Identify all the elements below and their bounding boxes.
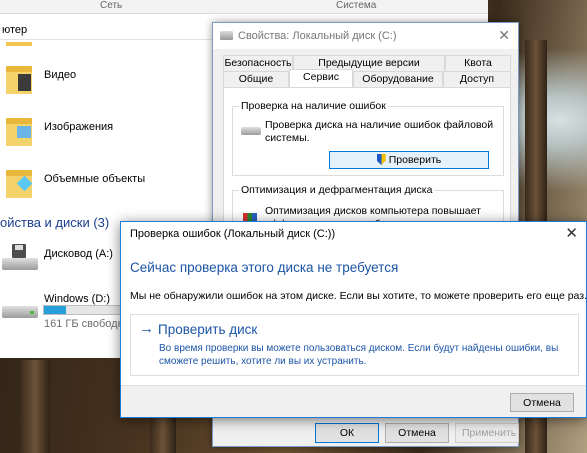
- video-folder-icon: [6, 62, 32, 94]
- properties-title: Свойства: Локальный диск (C:): [238, 30, 397, 42]
- tree-trunk-decoration: [150, 418, 176, 453]
- dialog-title: Проверка ошибок (Локальный диск (C:)): [130, 228, 336, 240]
- ribbon-bar: Сеть Система: [0, 0, 488, 14]
- tab-security[interactable]: Безопасность: [223, 55, 293, 71]
- drive-free-space: 161 ГБ свободно: [44, 318, 130, 330]
- close-icon[interactable]: ✕: [498, 27, 510, 44]
- floppy-drive-icon: [2, 244, 38, 270]
- images-folder-icon: [6, 114, 32, 146]
- ribbon-system-label[interactable]: Система: [336, 0, 376, 11]
- group-description: Проверка диска на наличие ошибок файлово…: [265, 119, 494, 144]
- address-bar[interactable]: ютер: [0, 22, 212, 40]
- folder-label: Объемные объекты: [44, 173, 146, 185]
- hard-drive-icon: [2, 292, 38, 318]
- address-text: ютер: [2, 24, 28, 36]
- hard-drive-icon: [241, 121, 261, 135]
- dialog-footer: Отмена: [121, 385, 586, 417]
- ok-button[interactable]: ОК: [315, 423, 379, 443]
- close-icon[interactable]: ✕: [565, 224, 578, 242]
- check-button[interactable]: Проверить: [329, 151, 489, 169]
- drive-label: Windows (D:): [44, 293, 111, 305]
- cancel-button[interactable]: Отмена: [510, 393, 574, 412]
- tab-tools[interactable]: Сервис: [289, 69, 353, 87]
- check-button-label: Проверить: [388, 154, 442, 166]
- apply-button[interactable]: Применить: [455, 423, 519, 443]
- group-title: Оптимизация и дефрагментация диска: [239, 184, 435, 196]
- tree-trunk-decoration: [20, 360, 50, 453]
- option-description: Во время проверки вы можете пользоваться…: [159, 343, 559, 367]
- dialog-message: Мы не обнаружили ошибок на этом диске. Е…: [130, 290, 587, 302]
- arrow-right-icon: →: [139, 320, 154, 337]
- 3d-objects-folder-icon: [6, 166, 33, 198]
- properties-titlebar: Свойства: Локальный диск (C:) ✕: [213, 23, 518, 49]
- tab-sharing[interactable]: Доступ: [443, 71, 511, 87]
- devices-section-header[interactable]: ойства и диски (3): [0, 215, 109, 230]
- tab-quota[interactable]: Квота: [445, 55, 511, 71]
- folder-strip-icon: [6, 42, 32, 46]
- drive-usage-bar: [43, 305, 123, 315]
- option-title: Проверить диск: [158, 322, 258, 337]
- dialog-heading: Сейчас проверка этого диска не требуется: [130, 260, 399, 275]
- tab-hardware[interactable]: Оборудование: [353, 71, 443, 87]
- drive-label: Дисковод (A:): [44, 248, 113, 260]
- error-check-dialog: Проверка ошибок (Локальный диск (C:)) ✕ …: [120, 221, 587, 418]
- error-check-group: Проверка на наличие ошибок Проверка диск…: [232, 100, 504, 176]
- shield-icon: [376, 154, 386, 165]
- drive-icon: [220, 31, 233, 40]
- scan-drive-option[interactable]: → Проверить диск Во время проверки вы мо…: [130, 314, 579, 376]
- group-title: Проверка на наличие ошибок: [239, 100, 388, 112]
- ribbon-network-label[interactable]: Сеть: [100, 0, 122, 11]
- folder-label: Изображения: [44, 121, 114, 133]
- tab-general[interactable]: Общие: [223, 71, 289, 87]
- folder-label: Видео: [44, 69, 77, 81]
- cancel-button[interactable]: Отмена: [385, 423, 449, 443]
